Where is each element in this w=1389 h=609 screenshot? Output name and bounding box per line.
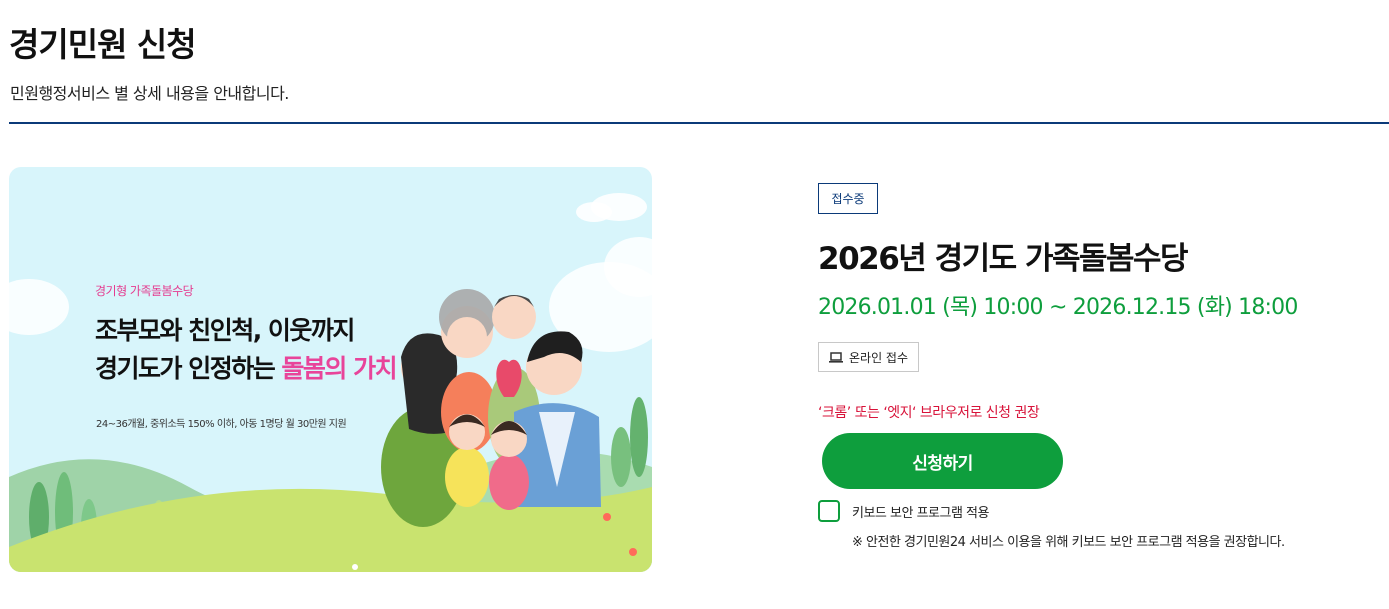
apply-button[interactable]: 신청하기 <box>822 433 1063 489</box>
banner-headline-line1: 조부모와 친인척, 이웃까지 <box>95 316 355 345</box>
service-banner-image: 경기형 가족돌봄수당 조부모와 친인척, 이웃까지 경기도가 인정하는 돌봄의 … <box>9 167 652 572</box>
online-application-badge: 온라인 접수 <box>818 342 919 372</box>
banner-headline-prefix: 경기도가 인정하는 <box>95 354 282 383</box>
banner-tag: 경기형 가족돌봄수당 <box>95 284 194 298</box>
banner-headline: 조부모와 친인척, 이웃까지 경기도가 인정하는 돌봄의 가치 <box>95 312 398 388</box>
title-divider <box>9 122 1389 124</box>
application-period: 2026.01.01 (목) 10:00 ~ 2026.12.15 (화) 18… <box>818 295 1298 320</box>
online-application-label: 온라인 접수 <box>848 350 908 365</box>
browser-recommendation-note: ‘크롬’ 또는 ‘엣지‘ 브라우저로 신청 권장 <box>818 405 1040 421</box>
page-title: 경기민원 신청 <box>9 25 197 64</box>
page-subtitle: 민원행정서비스 별 상세 내용을 안내합니다. <box>10 84 289 103</box>
banner-note: 24~36개월, 중위소득 150% 이하, 아동 1명당 월 30만원 지원 <box>96 419 347 430</box>
laptop-icon <box>828 351 843 363</box>
keyboard-security-note: ※ 안전한 경기민원24 서비스 이용을 위해 키보드 보안 프로그램 적용을 … <box>852 535 1285 550</box>
status-badge: 접수중 <box>818 183 878 214</box>
service-title: 2026년 경기도 가족돌봄수당 <box>818 241 1189 277</box>
keyboard-security-checkbox[interactable] <box>818 500 840 522</box>
banner-headline-highlight: 돌봄의 가치 <box>281 354 397 383</box>
keyboard-security-label[interactable]: 키보드 보안 프로그램 적용 <box>852 502 989 521</box>
banner-headline-line2: 경기도가 인정하는 돌봄의 가치 <box>95 350 398 388</box>
